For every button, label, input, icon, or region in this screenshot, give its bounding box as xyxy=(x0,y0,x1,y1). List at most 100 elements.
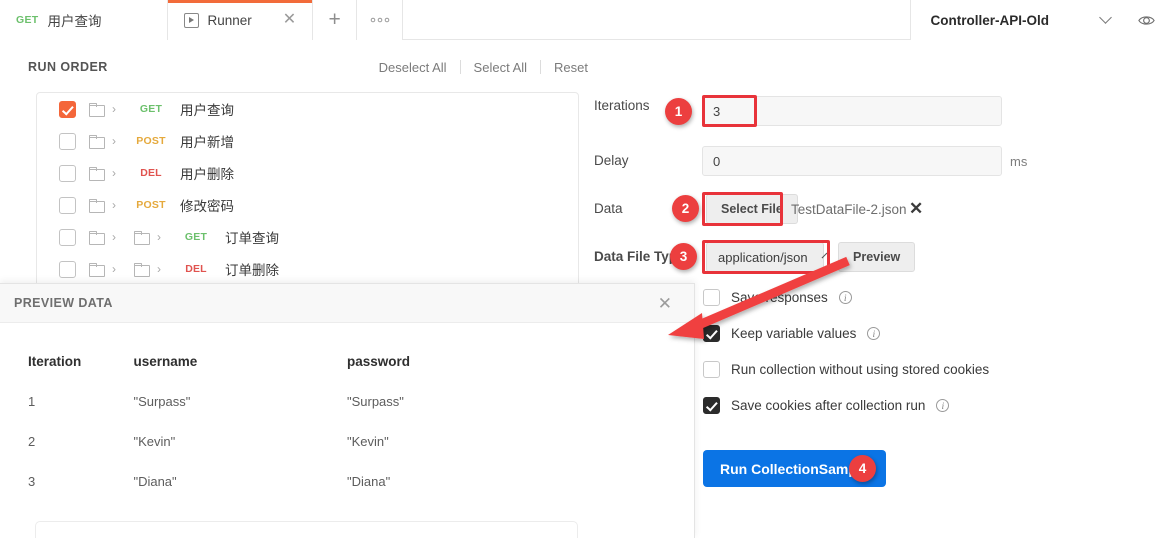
panel-bottom-edge xyxy=(35,521,578,538)
clear-file-icon[interactable]: ✕ xyxy=(909,200,923,217)
chevron-right-icon: › xyxy=(112,230,116,244)
tab-bar: GET 用户查询 Runner ✕ + Controller-API-Old xyxy=(0,0,1168,40)
tab-user-query[interactable]: GET 用户查询 xyxy=(0,0,168,40)
reset-link[interactable]: Reset xyxy=(541,60,588,75)
environment-selector[interactable]: Controller-API-Old xyxy=(909,0,1124,40)
folder-icon xyxy=(89,135,105,149)
select-all-link[interactable]: Select All xyxy=(461,60,540,75)
folder-icon xyxy=(89,231,105,245)
new-tab-button[interactable]: + xyxy=(313,0,358,40)
cell-password: "Kevin" xyxy=(346,433,389,449)
request-method: DEL xyxy=(185,263,207,275)
request-name: 用户删除 xyxy=(180,167,234,182)
environment-name: Controller-API-Old xyxy=(930,12,1050,28)
run-order-actions: Deselect All Select All Reset xyxy=(366,60,588,75)
info-icon[interactable]: i xyxy=(936,399,950,412)
eye-icon xyxy=(1137,15,1155,25)
request-name: 用户新增 xyxy=(180,135,234,150)
request-method: POST xyxy=(136,199,166,211)
option-row[interactable]: Run collection without using stored cook… xyxy=(703,361,989,378)
option-label: Run collection without using stored cook… xyxy=(731,362,990,377)
tab-runner[interactable]: Runner ✕ xyxy=(167,0,314,40)
cell-password: "Surpass" xyxy=(346,393,404,409)
run-order-list[interactable]: › GET 用户查询 › POST 用户新增 › DEL 用户删除 › POST 修改密码 › › GET 订… xyxy=(36,92,579,292)
option-checkbox[interactable] xyxy=(703,325,720,342)
request-checkbox[interactable] xyxy=(59,100,76,118)
annotation-badge-4: 4 xyxy=(849,455,876,482)
iterations-input[interactable] xyxy=(702,96,1002,126)
annotation-badge-3: 3 xyxy=(670,243,697,270)
data-file-type-value: application/json xyxy=(718,249,808,265)
folder-icon xyxy=(134,263,150,277)
run-order-title: RUN ORDER xyxy=(28,60,108,74)
table-row: 3 "Diana" "Diana" xyxy=(0,461,694,501)
request-name: 订单删除 xyxy=(225,263,279,278)
option-row[interactable]: Keep variable values i xyxy=(703,325,881,342)
cell-iteration: 2 xyxy=(28,433,36,449)
run-order-row[interactable]: › GET 用户查询 xyxy=(37,93,578,125)
cell-password: "Diana" xyxy=(346,473,391,489)
tab-more-options-icon[interactable] xyxy=(357,0,404,40)
option-checkbox[interactable] xyxy=(703,361,720,378)
request-checkbox[interactable] xyxy=(59,196,76,214)
request-checkbox[interactable] xyxy=(59,228,76,246)
request-checkbox[interactable] xyxy=(59,132,76,150)
cell-username: "Diana" xyxy=(133,473,177,489)
preview-data-table: Iteration username password 1 "Surpass" "S… xyxy=(0,341,694,501)
ellipsis-icon xyxy=(370,17,389,23)
option-checkbox[interactable] xyxy=(703,397,720,414)
run-order-row[interactable]: › DEL 用户删除 xyxy=(37,157,578,189)
chevron-right-icon: › xyxy=(112,198,116,212)
delay-label: Delay xyxy=(594,153,629,168)
chevron-right-icon: › xyxy=(112,134,116,148)
request-method: DEL xyxy=(140,167,162,179)
data-file-type-select[interactable]: application/json xyxy=(706,242,827,272)
delay-input[interactable] xyxy=(702,146,1002,176)
select-file-button[interactable]: Select File xyxy=(706,194,798,224)
option-row[interactable]: Save cookies after collection run i xyxy=(703,397,950,414)
run-order-row[interactable]: › › DEL 订单删除 xyxy=(37,253,578,285)
option-label: Keep variable values xyxy=(731,326,857,341)
option-label: Save responses xyxy=(731,290,828,305)
preview-data-title: PREVIEW DATA xyxy=(14,296,113,310)
cell-iteration: 3 xyxy=(28,473,36,489)
table-row: 1 "Surpass" "Surpass" xyxy=(0,381,694,421)
tab-label: Runner xyxy=(207,12,252,28)
table-header-row: Iteration username password xyxy=(0,341,694,381)
chevron-right-icon: › xyxy=(112,102,116,116)
option-label: Save cookies after collection run xyxy=(731,398,926,413)
runner-screen: GET 用户查询 Runner ✕ + Controller-API-Old R… xyxy=(0,0,1168,538)
request-method: GET xyxy=(184,231,208,243)
request-name: 修改密码 xyxy=(180,199,234,214)
request-name: 订单查询 xyxy=(225,231,279,246)
info-icon[interactable]: i xyxy=(838,291,852,304)
cell-username: "Surpass" xyxy=(133,393,191,409)
folder-icon xyxy=(89,263,105,277)
preview-button[interactable]: Preview xyxy=(838,242,916,272)
delay-field: Delay xyxy=(594,153,702,168)
runner-play-icon xyxy=(183,12,199,28)
environment-quick-look-button[interactable] xyxy=(1124,0,1168,40)
option-row[interactable]: Save responses i xyxy=(703,289,852,306)
request-name: 用户查询 xyxy=(180,103,234,118)
chevron-right-icon: › xyxy=(157,230,161,244)
tab-method-badge: GET xyxy=(16,14,39,26)
deselect-all-link[interactable]: Deselect All xyxy=(366,60,460,75)
run-order-row[interactable]: › POST 修改密码 xyxy=(37,189,578,221)
request-checkbox[interactable] xyxy=(59,164,76,182)
delay-unit-label: ms xyxy=(1010,154,1028,169)
column-header-password: password xyxy=(346,353,411,369)
table-row: 2 "Kevin" "Kevin" xyxy=(0,421,694,461)
run-order-row[interactable]: › › GET 订单查询 xyxy=(37,221,578,253)
close-icon[interactable]: ✕ xyxy=(658,295,672,312)
run-order-row[interactable]: › POST 用户新增 xyxy=(37,125,578,157)
annotation-badge-1: 1 xyxy=(665,98,692,125)
chevron-right-icon: › xyxy=(112,262,116,276)
info-icon[interactable]: i xyxy=(867,327,881,340)
request-checkbox[interactable] xyxy=(59,260,76,278)
option-checkbox[interactable] xyxy=(703,289,720,306)
close-icon[interactable]: ✕ xyxy=(283,12,296,28)
chevron-down-icon xyxy=(1099,11,1112,24)
preview-data-header: PREVIEW DATA ✕ xyxy=(0,284,694,323)
selected-filename: TestDataFile-2.json xyxy=(791,202,907,217)
